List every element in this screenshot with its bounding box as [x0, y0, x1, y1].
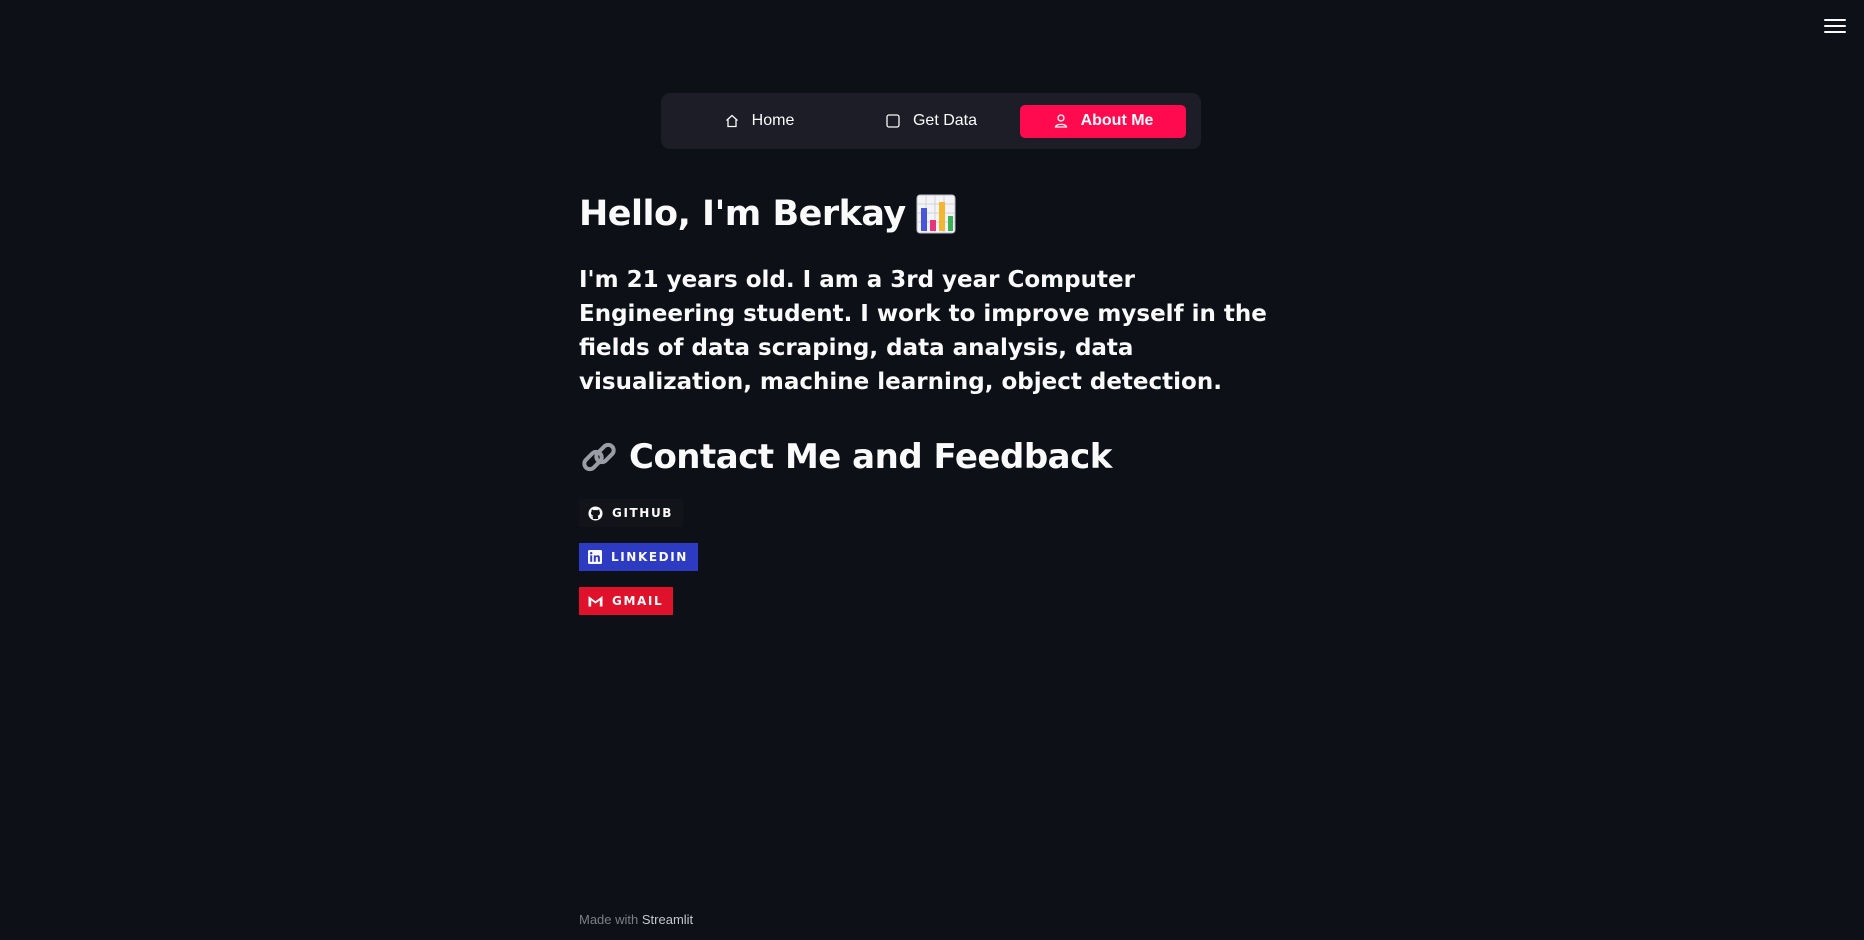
linkedin-badge[interactable]: LINKEDIN — [579, 543, 698, 571]
contact-heading: Contact Me and Feedback — [579, 435, 1289, 479]
main-menu-icon[interactable] — [1824, 17, 1846, 35]
intro-text: I'm 21 years old. I am a 3rd year Comput… — [579, 267, 1267, 395]
contact-badges: GITHUB LINKEDIN GMAIL — [579, 499, 1289, 615]
nav-item-home[interactable]: Home — [676, 105, 842, 138]
github-badge[interactable]: GITHUB — [579, 499, 684, 527]
page-title-text: Hello, I'm Berkay — [579, 194, 906, 234]
nav-item-label: Get Data — [912, 112, 978, 129]
github-badge-label: GITHUB — [612, 506, 674, 520]
contact-heading-text: Contact Me and Feedback — [629, 437, 1112, 477]
streamlit-link[interactable]: Streamlit — [642, 912, 693, 927]
gmail-badge[interactable]: GMAIL — [579, 587, 674, 615]
nav-item-label: Home — [751, 112, 795, 129]
square-icon — [885, 113, 901, 129]
nav-item-about-me[interactable]: About Me — [1020, 104, 1186, 138]
home-icon — [724, 113, 740, 129]
gmail-icon — [588, 595, 603, 607]
linkedin-icon — [588, 550, 602, 564]
bar-chart-icon — [916, 194, 956, 234]
github-icon — [588, 505, 603, 521]
app-page: Home Get Data About Me Hello, I'm Berkay — [0, 0, 1864, 940]
main-content: Hello, I'm Berkay I'm 21 years old. I am… — [579, 185, 1289, 631]
footer-prefix: Made with — [579, 912, 642, 927]
nav-item-get-data[interactable]: Get Data — [848, 105, 1014, 138]
nav-item-label: About Me — [1080, 112, 1154, 129]
person-icon — [1053, 113, 1069, 129]
link-icon — [579, 437, 619, 477]
linkedin-badge-label: LINKEDIN — [611, 550, 688, 564]
footer: Made with Streamlit — [579, 912, 693, 927]
page-title: Hello, I'm Berkay — [579, 185, 1289, 243]
gmail-badge-label: GMAIL — [612, 594, 664, 608]
option-menu: Home Get Data About Me — [661, 93, 1201, 149]
